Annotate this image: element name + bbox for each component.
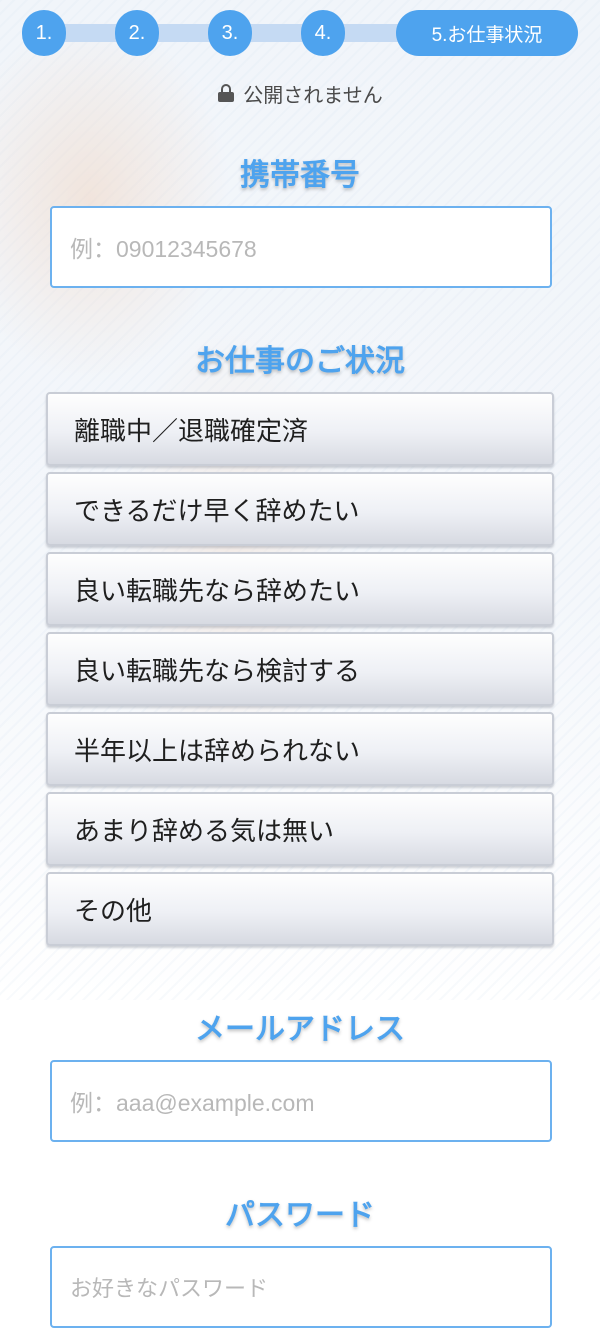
privacy-note-text: 公開されません [243,82,383,107]
phone-heading: 携帯番号 [240,158,360,193]
job-status-heading: お仕事のご状況 [195,344,405,379]
progress-stepper: 1. 2. 3. 4. 5.お仕事状況 [0,0,600,70]
email-input[interactable]: 例：aaa@example.com [50,1060,552,1142]
job-status-option-7[interactable]: その他 [46,872,554,946]
phone-placeholder: 例：09012345678 [70,236,257,262]
job-status-option-3[interactable]: 良い転職先なら辞めたい [46,552,554,626]
step-3: 3. [208,10,252,56]
step-2: 2. [115,10,159,56]
email-placeholder: 例：aaa@example.com [70,1090,315,1116]
job-status-option-1[interactable]: 離職中／退職確定済 [46,392,554,466]
step-5-current: 5.お仕事状況 [396,10,578,56]
password-input[interactable]: お好きなパスワード [50,1246,552,1328]
password-heading: パスワード [225,1198,375,1233]
password-placeholder: お好きなパスワード [70,1277,269,1302]
job-status-option-5[interactable]: 半年以上は辞められない [46,712,554,786]
phone-input[interactable]: 例：09012345678 [50,206,552,288]
privacy-note: 公開されません [0,78,600,108]
lock-icon [217,84,235,102]
step-4: 4. [301,10,345,56]
job-status-option-4[interactable]: 良い転職先なら検討する [46,632,554,706]
job-status-option-6[interactable]: あまり辞める気は無い [46,792,554,866]
step-1: 1. [22,10,66,56]
email-heading: メールアドレス [195,1012,405,1047]
job-status-option-2[interactable]: できるだけ早く辞めたい [46,472,554,546]
